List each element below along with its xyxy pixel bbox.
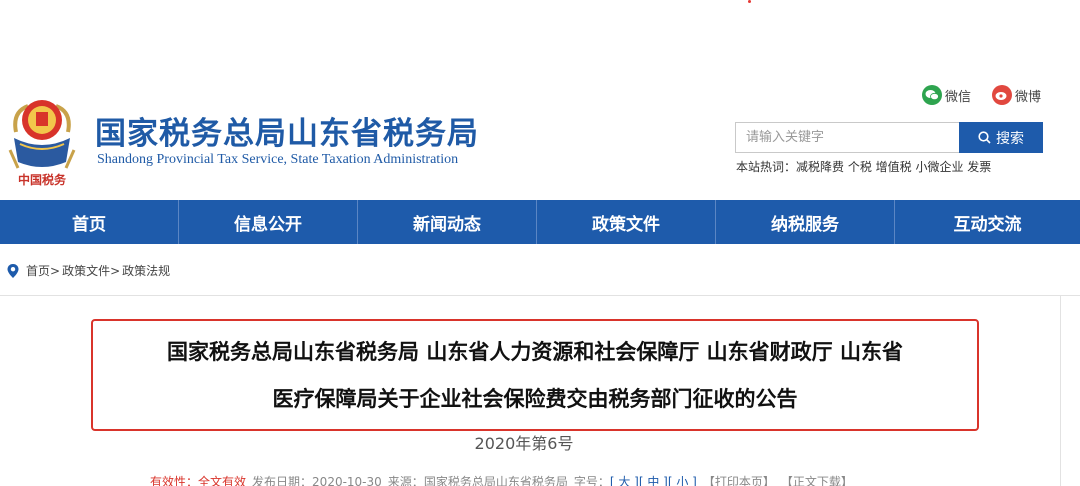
- source-value: 国家税务总局山东省税务局: [423, 475, 568, 486]
- hot-terms-list[interactable]: 减税降费 个税 增值税 小微企业 发票: [796, 160, 991, 174]
- tax-emblem-logo: 中国税务: [8, 100, 76, 187]
- article-number: 2020年第6号: [474, 434, 574, 453]
- nav-item-policy[interactable]: 政策文件: [537, 200, 716, 244]
- date-value: 2020-10-30: [312, 475, 382, 486]
- site-title[interactable]: 国家税务总局山东省税务局: [95, 108, 479, 153]
- content-border: [1060, 295, 1061, 486]
- wechat-label: 微信: [945, 89, 972, 105]
- weibo-icon: [992, 85, 1012, 105]
- nav-item-info-disclosure[interactable]: 信息公开: [179, 200, 358, 244]
- decor-dot: [748, 0, 751, 3]
- print-button[interactable]: 【打印本页】: [703, 473, 775, 486]
- breadcrumb: 首页> 政策文件> 政策法规: [6, 262, 170, 279]
- search-button[interactable]: 搜索: [959, 122, 1043, 153]
- article-title-line1: 国家税务总局山东省税务局 山东省人力资源和社会保障厅 山东省财政厅 山东省: [167, 340, 903, 364]
- download-button[interactable]: 【正文下载】: [781, 473, 853, 486]
- validity-label: 有效性：: [150, 475, 199, 486]
- search-button-label: 搜索: [996, 130, 1024, 147]
- article-meta: 有效性：全文有效 发布日期：2020-10-30 来源：国家税务总局山东省税务局…: [150, 473, 853, 486]
- weibo-link[interactable]: 微博: [992, 85, 1041, 105]
- validity-value: 全文有效: [198, 475, 247, 486]
- emblem-text: 中国税务: [18, 172, 67, 187]
- content-divider: [0, 295, 1080, 296]
- nav-item-home[interactable]: 首页: [0, 200, 179, 244]
- wechat-link[interactable]: 微信: [922, 85, 971, 105]
- source-label: 来源：: [387, 475, 424, 486]
- search-input[interactable]: 请输入关键字: [735, 122, 959, 153]
- hot-terms-label: 本站热词：: [736, 160, 797, 174]
- wechat-icon: [922, 85, 942, 105]
- weibo-label: 微博: [1015, 89, 1042, 105]
- breadcrumb-regulations[interactable]: 政策法规: [122, 262, 170, 279]
- font-size-label: 字号：: [573, 475, 610, 486]
- font-size-small-button[interactable]: [ 小 ]: [668, 475, 697, 486]
- nav-item-news[interactable]: 新闻动态: [358, 200, 537, 244]
- date-label: 发布日期：: [252, 475, 313, 486]
- article-title: 国家税务总局山东省税务局 山东省人力资源和社会保障厅 山东省财政厅 山东省 医疗…: [91, 319, 979, 431]
- font-size-large-button[interactable]: [ 大 ]: [610, 475, 639, 486]
- article-title-line2: 医疗保障局关于企业社会保险费交由税务部门征收的公告: [272, 387, 798, 411]
- font-size-medium-button[interactable]: [ 中 ]: [639, 475, 668, 486]
- breadcrumb-home[interactable]: 首页>: [26, 262, 60, 279]
- nav-item-tax-service[interactable]: 纳税服务: [716, 200, 895, 244]
- breadcrumb-policy[interactable]: 政策文件>: [62, 262, 120, 279]
- main-nav: 首页 信息公开 新闻动态 政策文件 纳税服务 互动交流: [0, 200, 1080, 244]
- search-icon: [978, 131, 991, 144]
- location-pin-icon: [7, 263, 19, 278]
- hot-terms: 本站热词：减税降费 个税 增值税 小微企业 发票: [736, 158, 991, 175]
- nav-item-interaction[interactable]: 互动交流: [895, 200, 1080, 244]
- site-subtitle: Shandong Provincial Tax Service, State T…: [97, 152, 459, 167]
